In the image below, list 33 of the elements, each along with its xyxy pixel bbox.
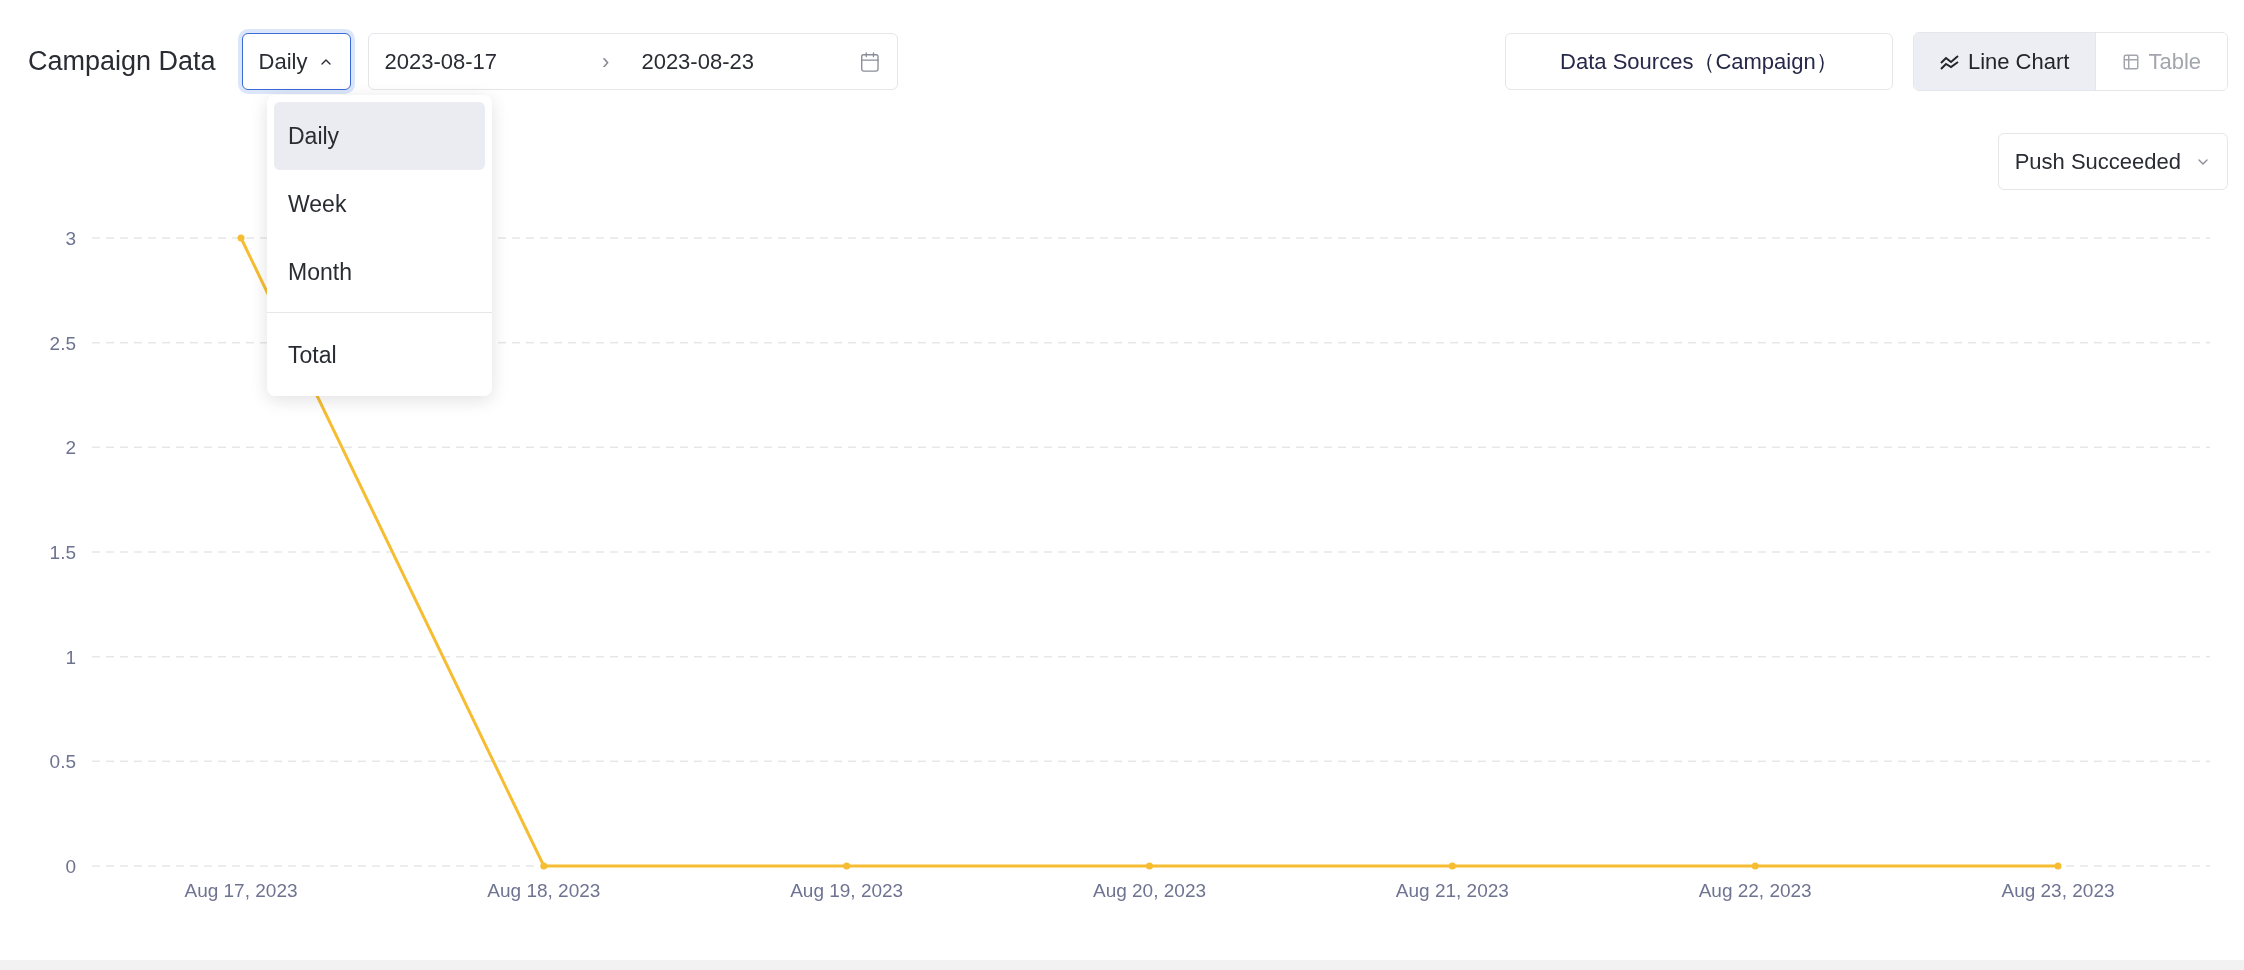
x-axis-label: Aug 22, 2023	[1698, 880, 1812, 901]
y-axis-label: 0	[65, 856, 76, 877]
x-axis-label: Aug 18, 2023	[487, 880, 601, 901]
menu-option[interactable]: Week	[274, 170, 485, 238]
y-axis-label: 1	[65, 646, 76, 668]
x-axis-label: Aug 20, 2023	[1093, 880, 1206, 901]
data-point	[237, 234, 245, 242]
date-range-field[interactable]: 2023-08-17 › 2023-08-23	[367, 33, 898, 90]
data-sources-button[interactable]: Data Sources（Campaign）	[1504, 33, 1893, 90]
x-axis-label: Aug 17, 2023	[184, 880, 298, 901]
data-point	[2054, 862, 2062, 870]
x-axis-label: Aug 19, 2023	[790, 880, 904, 901]
y-axis-label: 1.5	[49, 542, 76, 563]
x-axis-label: Aug 21, 2023	[1395, 880, 1509, 901]
line-chart-icon	[1939, 53, 1960, 70]
y-axis-label: 0.5	[49, 751, 76, 773]
view-tab[interactable]: Line Chart	[1913, 33, 2096, 90]
page-title: Campaign Data	[28, 46, 216, 77]
data-point	[1751, 862, 1759, 870]
menu-option[interactable]: Month	[274, 238, 485, 306]
table-icon	[2122, 52, 2141, 71]
data-point	[1448, 862, 1456, 870]
y-axis-label: 2	[65, 437, 76, 459]
menu-option[interactable]: Daily	[274, 102, 485, 170]
y-axis-label: 2.5	[49, 332, 76, 354]
data-point	[540, 862, 548, 870]
x-axis-label: Aug 23, 2023	[2001, 880, 2115, 901]
menu-option[interactable]: Total	[274, 321, 485, 389]
metric-select[interactable]: Push Succeeded	[1997, 133, 2228, 190]
calendar-icon	[858, 50, 881, 73]
y-axis-label: 3	[65, 228, 76, 249]
data-point	[843, 862, 851, 870]
data-point	[1146, 862, 1153, 870]
